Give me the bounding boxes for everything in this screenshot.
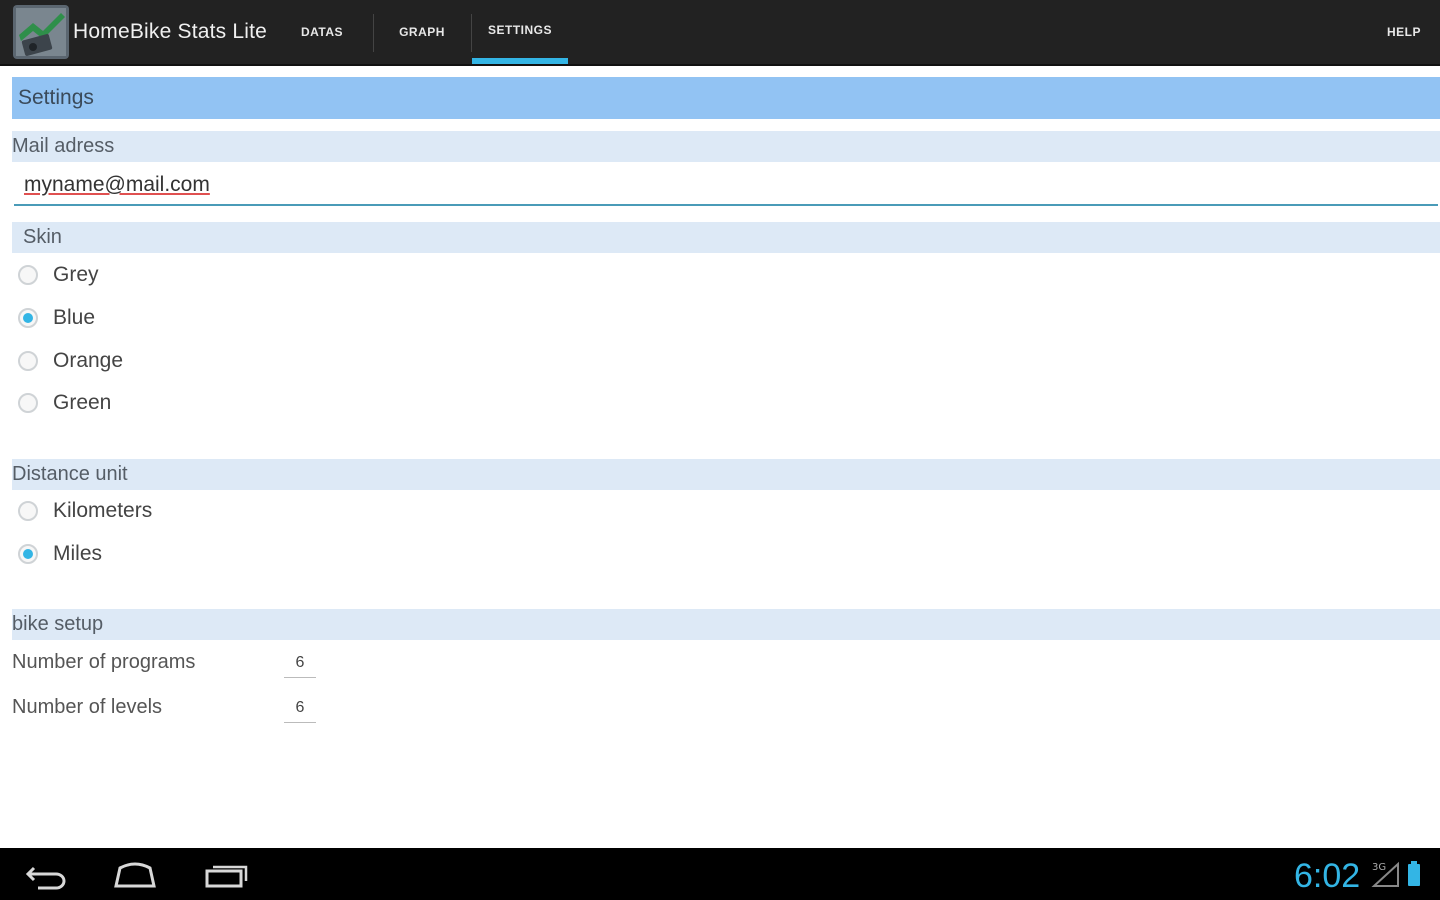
skin-section-header: Skin	[12, 222, 1440, 253]
radio-button[interactable]	[18, 393, 38, 413]
radio-skin-blue[interactable]: Blue	[18, 300, 95, 336]
radio-button-checked[interactable]	[18, 308, 38, 328]
app-title: HomeBike Stats Lite	[73, 20, 268, 43]
levels-number-field[interactable]: 6	[284, 695, 316, 723]
programs-label: Number of programs	[12, 651, 196, 673]
radio-button[interactable]	[18, 501, 38, 521]
radio-skin-grey[interactable]: Grey	[18, 257, 99, 293]
status-clock: 6:02	[1294, 857, 1361, 895]
distance-section-header: Distance unit	[12, 459, 1440, 490]
bike-setup-section-header: bike setup	[12, 609, 1440, 640]
signal-battery-icon: 3G	[1371, 861, 1420, 887]
app-root: HomeBike Stats Lite DATAS GRAPH SETTINGS…	[0, 0, 1440, 900]
tab-divider	[373, 14, 374, 52]
home-icon[interactable]	[112, 862, 158, 888]
recent-apps-icon[interactable]	[204, 862, 250, 888]
radio-button-checked[interactable]	[18, 544, 38, 564]
action-bar: HomeBike Stats Lite DATAS GRAPH SETTINGS…	[0, 0, 1440, 66]
radio-button[interactable]	[18, 351, 38, 371]
radio-label: Grey	[53, 263, 99, 286]
radio-distance-miles[interactable]: Miles	[18, 536, 102, 572]
radio-label: Kilometers	[53, 499, 153, 522]
radio-distance-kilometers[interactable]: Kilometers	[18, 493, 152, 529]
page-title: Settings	[12, 77, 1440, 119]
levels-label: Number of levels	[12, 696, 163, 718]
radio-label: Miles	[53, 542, 103, 565]
radio-button[interactable]	[18, 265, 38, 285]
radio-skin-green[interactable]: Green	[18, 385, 111, 421]
radio-skin-orange[interactable]: Orange	[18, 343, 123, 379]
mail-section-header: Mail adress	[12, 131, 1440, 162]
tab-settings[interactable]: SETTINGS	[472, 0, 568, 64]
programs-number-field[interactable]: 6	[284, 650, 316, 678]
radio-label: Orange	[53, 349, 124, 372]
svg-text:3G: 3G	[1372, 862, 1386, 873]
tab-graph[interactable]: GRAPH	[380, 0, 464, 64]
radio-label: Blue	[53, 306, 96, 329]
email-field[interactable]	[14, 166, 1438, 206]
app-logo-icon[interactable]	[13, 5, 69, 59]
radio-label: Green	[53, 391, 112, 414]
tab-datas[interactable]: DATAS	[284, 0, 360, 64]
help-button[interactable]: HELP	[1387, 0, 1421, 64]
back-icon[interactable]	[24, 862, 68, 890]
